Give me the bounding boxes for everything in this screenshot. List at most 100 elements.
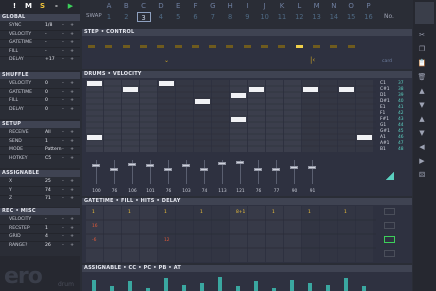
increment-button[interactable]: + bbox=[69, 155, 75, 163]
cc-bar[interactable] bbox=[290, 279, 294, 291]
increment-button[interactable]: + bbox=[69, 187, 75, 195]
global-row-value[interactable]: +17 bbox=[45, 56, 55, 64]
pattern-button[interactable]: H bbox=[223, 2, 237, 11]
decrement-button[interactable]: - bbox=[60, 138, 66, 146]
step-number-button[interactable]: 14 bbox=[327, 12, 341, 22]
shuffle-row-value[interactable]: 0 bbox=[45, 80, 48, 88]
up-icon[interactable]: ▲ bbox=[416, 114, 428, 124]
velocity-fader[interactable] bbox=[110, 168, 118, 172]
step-number-button[interactable]: 7 bbox=[206, 12, 220, 22]
step-led[interactable] bbox=[105, 45, 113, 48]
velocity-curve-icon[interactable] bbox=[386, 172, 394, 180]
assignable-row-value[interactable]: 25 bbox=[45, 178, 51, 186]
gate-marker[interactable]: 8+1 bbox=[236, 210, 245, 215]
pattern-button[interactable]: I bbox=[240, 2, 254, 11]
increment-button[interactable]: + bbox=[69, 39, 75, 47]
step-number-button[interactable]: 16 bbox=[362, 12, 376, 22]
drum-cell-active[interactable] bbox=[87, 81, 102, 86]
setup-row-value[interactable]: C5 bbox=[45, 155, 51, 163]
pattern-button[interactable]: A bbox=[102, 2, 116, 11]
increment-button[interactable]: + bbox=[69, 129, 75, 137]
step-number-button[interactable]: 10 bbox=[258, 12, 272, 22]
step-led[interactable] bbox=[243, 45, 251, 48]
decrement-button[interactable]: - bbox=[60, 178, 66, 186]
stop-button[interactable]: - bbox=[52, 1, 61, 11]
velocity-fader[interactable] bbox=[236, 160, 244, 164]
increment-button[interactable]: + bbox=[69, 216, 75, 224]
decrement-button[interactable]: - bbox=[60, 195, 66, 203]
step-led[interactable] bbox=[261, 45, 268, 48]
left-icon[interactable]: ◀ bbox=[416, 142, 428, 152]
decrement-button[interactable]: - bbox=[60, 129, 66, 137]
step-led[interactable] bbox=[209, 45, 217, 48]
step-number-button[interactable]: 2 bbox=[119, 12, 133, 22]
cc-bar[interactable] bbox=[218, 276, 222, 291]
cc-bar[interactable] bbox=[236, 286, 240, 291]
velocity-fader[interactable] bbox=[92, 164, 100, 168]
increment-button[interactable]: + bbox=[69, 31, 75, 39]
decrement-button[interactable]: - bbox=[60, 31, 66, 39]
paste-icon[interactable]: 📋 bbox=[416, 58, 428, 68]
copy-icon[interactable]: ❐ bbox=[416, 44, 428, 54]
cc-bar[interactable] bbox=[254, 281, 258, 291]
decrement-button[interactable]: - bbox=[60, 242, 66, 250]
step-number-button[interactable]: 3 bbox=[136, 12, 151, 22]
velocity-fader[interactable] bbox=[182, 163, 190, 167]
step-led[interactable] bbox=[278, 45, 286, 48]
pattern-button[interactable]: P bbox=[362, 2, 376, 11]
step-led[interactable] bbox=[330, 45, 338, 48]
jump-end-icon[interactable]: |‹ bbox=[310, 56, 315, 64]
step-number-button[interactable]: 5 bbox=[171, 12, 185, 22]
mute-button[interactable]: M bbox=[24, 1, 33, 11]
decrement-button[interactable]: - bbox=[60, 233, 66, 241]
step-number-button[interactable]: 12 bbox=[292, 12, 306, 22]
drum-cell-active[interactable] bbox=[87, 135, 102, 140]
increment-button[interactable]: + bbox=[69, 225, 75, 233]
gate-marker[interactable]: 12 bbox=[164, 238, 170, 243]
cc-bar[interactable] bbox=[182, 284, 186, 291]
cc-bar[interactable] bbox=[200, 283, 204, 291]
setup-row-value[interactable]: All bbox=[45, 129, 51, 137]
cc-bar[interactable] bbox=[362, 286, 366, 291]
cc-bar[interactable] bbox=[128, 281, 132, 291]
rec_misc-row-value[interactable]: 4 bbox=[45, 233, 48, 241]
assignable-row-value[interactable]: 71 bbox=[45, 195, 51, 203]
decrement-button[interactable]: - bbox=[60, 155, 66, 163]
pattern-button[interactable]: B bbox=[119, 2, 133, 11]
gate-tool-icon[interactable] bbox=[384, 208, 395, 215]
increment-button[interactable]: + bbox=[69, 80, 75, 88]
gate-marker[interactable]: 16 bbox=[92, 224, 98, 229]
decrement-button[interactable]: - bbox=[60, 56, 66, 64]
increment-button[interactable]: + bbox=[69, 89, 75, 97]
step-led[interactable] bbox=[347, 45, 355, 48]
global-row-value[interactable]: 1/8 bbox=[45, 22, 52, 30]
step-led[interactable] bbox=[122, 45, 130, 48]
gate-marker[interactable]: 1 bbox=[344, 210, 347, 215]
cc-bar[interactable] bbox=[92, 279, 96, 291]
decrement-button[interactable]: - bbox=[60, 106, 66, 114]
shuffle-row-value[interactable]: 0 bbox=[45, 97, 48, 105]
gate-marker[interactable]: 1 bbox=[164, 210, 167, 215]
play-button[interactable]: ▶ bbox=[66, 1, 75, 11]
step-led[interactable] bbox=[226, 45, 234, 48]
step-number-button[interactable]: 13 bbox=[310, 12, 324, 22]
pattern-button[interactable]: O bbox=[344, 2, 358, 11]
drum-cell-active[interactable] bbox=[339, 87, 354, 92]
decrement-button[interactable]: - bbox=[60, 89, 66, 97]
velocity-fader[interactable] bbox=[164, 168, 172, 172]
drum-cell-active[interactable] bbox=[231, 93, 246, 98]
gate-marker[interactable]: 1 bbox=[200, 210, 203, 215]
pattern-button[interactable]: G bbox=[206, 2, 220, 11]
velocity-fader[interactable] bbox=[200, 168, 208, 172]
step-number-button[interactable]: 8 bbox=[223, 12, 237, 22]
increment-button[interactable]: + bbox=[69, 242, 75, 250]
velocity-fader[interactable] bbox=[272, 167, 280, 171]
pattern-button[interactable]: J bbox=[258, 2, 272, 11]
cc-bar[interactable] bbox=[164, 278, 168, 291]
pattern-button[interactable]: M bbox=[310, 2, 324, 11]
drum-cell-active[interactable] bbox=[231, 117, 246, 122]
step-led[interactable] bbox=[139, 45, 147, 48]
drum-cell-active[interactable] bbox=[123, 87, 138, 92]
step-number-button[interactable]: 11 bbox=[275, 12, 289, 22]
velocity-fader[interactable] bbox=[290, 165, 298, 169]
